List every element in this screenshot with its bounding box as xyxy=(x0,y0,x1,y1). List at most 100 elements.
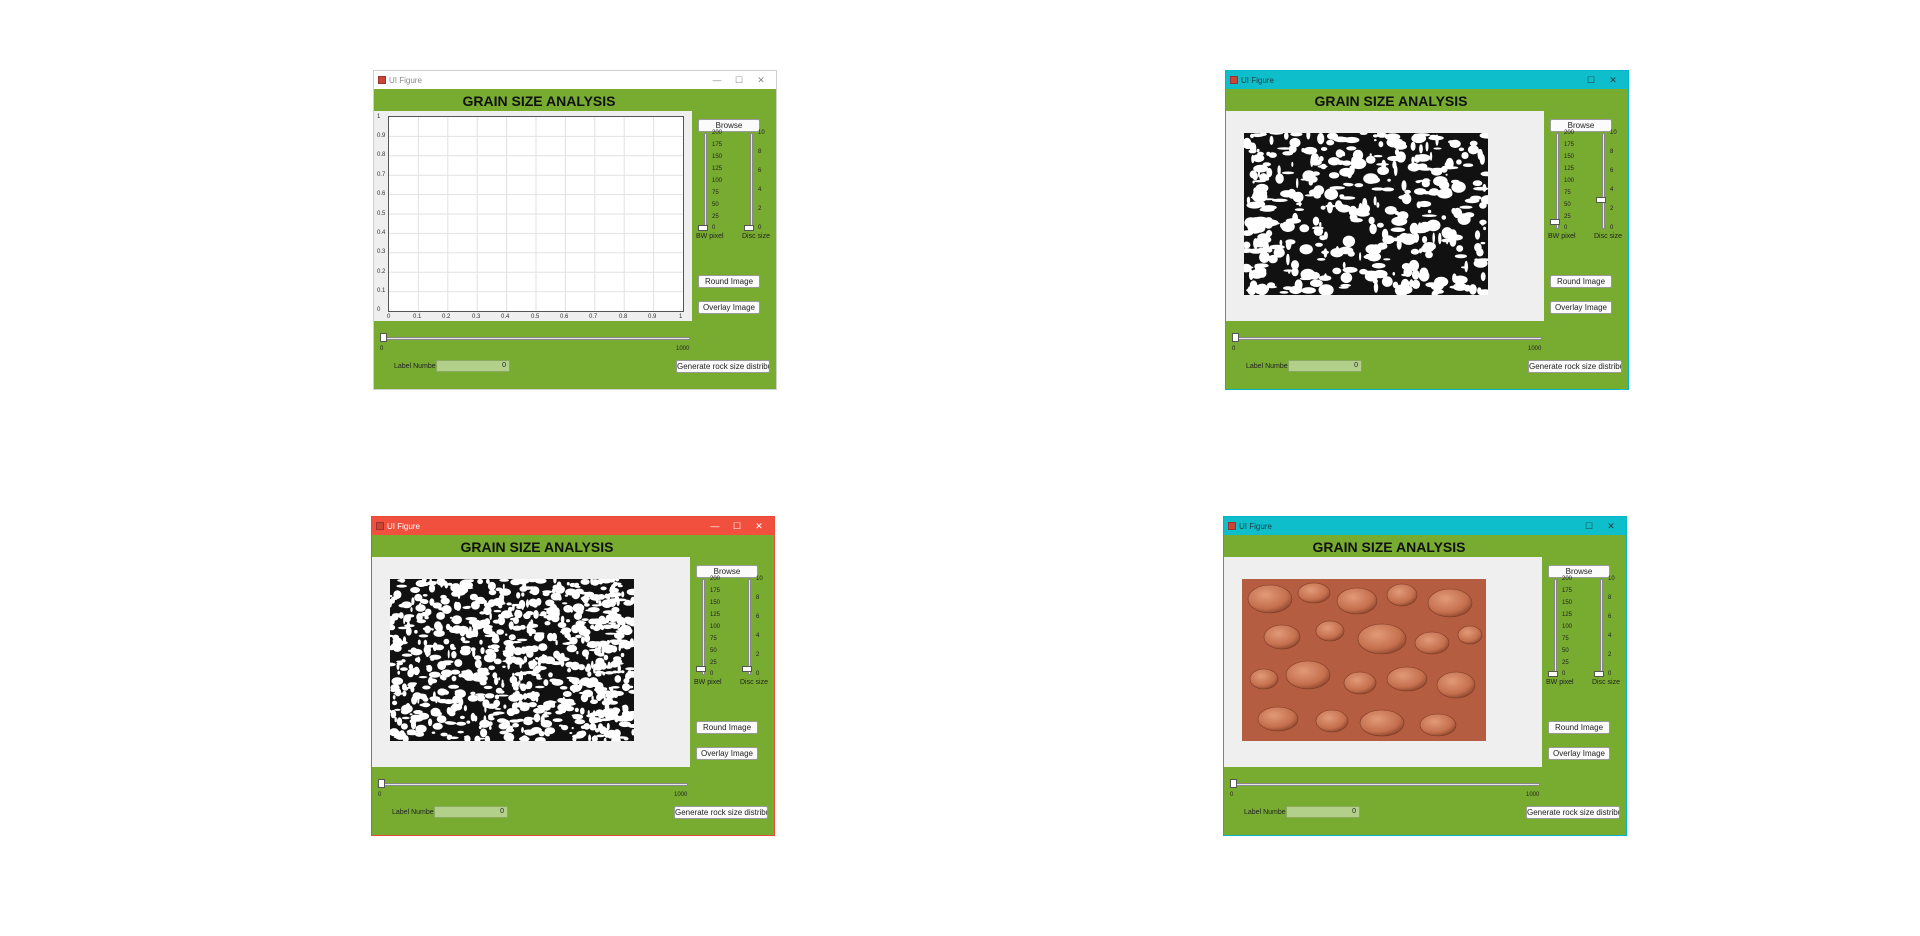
grain-blob xyxy=(440,594,447,600)
minimize-button[interactable]: — xyxy=(704,521,726,531)
tick-label: 125 xyxy=(1564,166,1575,172)
slider-knob[interactable] xyxy=(1596,197,1606,203)
label-number-field[interactable]: 0 xyxy=(1288,360,1362,372)
grain-blob xyxy=(1459,205,1473,209)
grain-blob xyxy=(1428,135,1444,141)
grain-blob xyxy=(1296,202,1302,206)
slider-knob[interactable] xyxy=(744,225,754,231)
tick-label: 25 xyxy=(710,660,717,666)
bw-pixel-slider[interactable]: 200 175 150 125 100 75 50 25 0 xyxy=(696,130,736,231)
overlay-image-button[interactable]: Overlay Image xyxy=(1550,301,1612,314)
round-image-button[interactable]: Round Image xyxy=(698,275,760,288)
grain-blob xyxy=(506,602,512,606)
slider-knob[interactable] xyxy=(742,666,752,672)
bw-pixel-slider[interactable]: 200 175 150 125 100 75 50 25 0 xyxy=(694,576,734,677)
maximize-button[interactable]: ☐ xyxy=(1580,75,1602,86)
round-image-button[interactable]: Round Image xyxy=(1550,275,1612,288)
image-panel: 1 0.9 0.8 0.7 0.6 0.5 0.4 0.3 0.2 0.1 0 … xyxy=(374,111,692,321)
round-image-button[interactable]: Round Image xyxy=(696,721,758,734)
grain-blob xyxy=(515,609,519,612)
tick-label: 4 xyxy=(1608,633,1612,639)
browse-button[interactable]: Browse xyxy=(698,119,760,132)
browse-button[interactable]: Browse xyxy=(696,565,758,578)
grain-blob xyxy=(433,691,436,699)
grain-blob xyxy=(468,619,481,625)
slider-knob[interactable] xyxy=(1232,333,1239,342)
grain-blob xyxy=(499,588,511,596)
grain-blob xyxy=(525,611,534,616)
grain-blob xyxy=(507,606,513,612)
grain-blob xyxy=(1281,171,1295,175)
slider-knob[interactable] xyxy=(1548,671,1558,677)
grain-blob xyxy=(1420,269,1423,279)
browse-button[interactable]: Browse xyxy=(1550,119,1612,132)
label-number-slider[interactable]: 0 1000 xyxy=(1230,779,1540,803)
slider-max-label: 1000 xyxy=(1528,346,1542,352)
label-number-field[interactable]: 0 xyxy=(436,360,510,372)
label-number-slider[interactable]: 0 1000 xyxy=(378,779,688,803)
tick-label: 150 xyxy=(712,154,723,160)
slider-knob[interactable] xyxy=(380,333,387,342)
grain-blob xyxy=(1474,230,1481,240)
grain-blob xyxy=(1377,222,1384,228)
overlay-image-button[interactable]: Overlay Image xyxy=(696,747,758,760)
grain-blob xyxy=(415,693,427,698)
generate-distribution-button[interactable]: Generate rock size distribution xyxy=(1528,360,1622,373)
grain-blob xyxy=(521,727,524,733)
grain-blob xyxy=(512,723,519,728)
grain-blob xyxy=(1452,273,1457,283)
generate-distribution-button[interactable]: Generate rock size distribution xyxy=(1526,806,1620,819)
slider-knob[interactable] xyxy=(1594,671,1604,677)
slider-knob[interactable] xyxy=(698,225,708,231)
maximize-button[interactable]: ☐ xyxy=(1578,521,1600,532)
close-button[interactable]: ✕ xyxy=(1602,75,1624,86)
grain-blob xyxy=(404,614,415,618)
grain-blob xyxy=(589,712,600,717)
grain-blob xyxy=(613,729,621,738)
label-number-field[interactable]: 0 xyxy=(1286,806,1360,818)
round-image-button[interactable]: Round Image xyxy=(1548,721,1610,734)
close-button[interactable]: ✕ xyxy=(750,75,772,86)
grain-blob xyxy=(447,736,459,740)
generate-distribution-button[interactable]: Generate rock size distribution xyxy=(674,806,768,819)
grain-blob xyxy=(472,648,476,658)
label-number-slider[interactable]: 0 1000 xyxy=(380,333,690,357)
bw-pixel-slider[interactable]: 200 175 150 125 100 75 50 25 0 xyxy=(1546,576,1586,677)
slider-knob[interactable] xyxy=(696,666,706,672)
minimize-button[interactable]: — xyxy=(706,75,728,85)
grain-blob xyxy=(501,679,504,685)
slider-knob[interactable] xyxy=(378,779,385,788)
grain-blob xyxy=(551,632,557,642)
maximize-button[interactable]: ☐ xyxy=(726,521,748,532)
generate-distribution-button[interactable]: Generate rock size distribution xyxy=(676,360,770,373)
slider-min-label: 0 xyxy=(378,792,382,798)
browse-button[interactable]: Browse xyxy=(1548,565,1610,578)
label-number-slider[interactable]: 0 1000 xyxy=(1232,333,1542,357)
overlay-image-button[interactable]: Overlay Image xyxy=(698,301,760,314)
grain-blob xyxy=(1411,279,1421,289)
disc-size-slider[interactable]: 10 8 6 4 2 0 xyxy=(740,576,780,677)
bw-pixel-slider[interactable]: 200 175 150 125 100 75 50 25 0 xyxy=(1548,130,1588,231)
matlab-icon xyxy=(376,522,384,530)
disc-size-slider[interactable]: 10 8 6 4 2 0 xyxy=(1592,576,1632,677)
grain-blob xyxy=(1284,133,1289,140)
grain-blob xyxy=(594,623,603,630)
maximize-button[interactable]: ☐ xyxy=(728,75,750,86)
grain-blob xyxy=(402,683,407,690)
grain-blob xyxy=(474,737,486,740)
overlay-image-button[interactable]: Overlay Image xyxy=(1548,747,1610,760)
label-number-field[interactable]: 0 xyxy=(434,806,508,818)
grain-blob xyxy=(449,626,453,631)
grain-blob xyxy=(498,722,509,730)
close-button[interactable]: ✕ xyxy=(748,521,770,532)
app-heading: GRAIN SIZE ANALYSIS xyxy=(1312,539,1466,555)
disc-size-slider[interactable]: 10 8 6 4 2 0 xyxy=(742,130,782,231)
close-button[interactable]: ✕ xyxy=(1600,521,1622,532)
grain-blob xyxy=(459,715,465,720)
grain-blob xyxy=(451,618,462,623)
grain-blob xyxy=(472,627,478,634)
grain-blob xyxy=(625,667,634,671)
slider-knob[interactable] xyxy=(1550,219,1560,225)
slider-knob[interactable] xyxy=(1230,779,1237,788)
disc-size-slider[interactable]: 10 8 6 4 2 0 xyxy=(1594,130,1634,231)
